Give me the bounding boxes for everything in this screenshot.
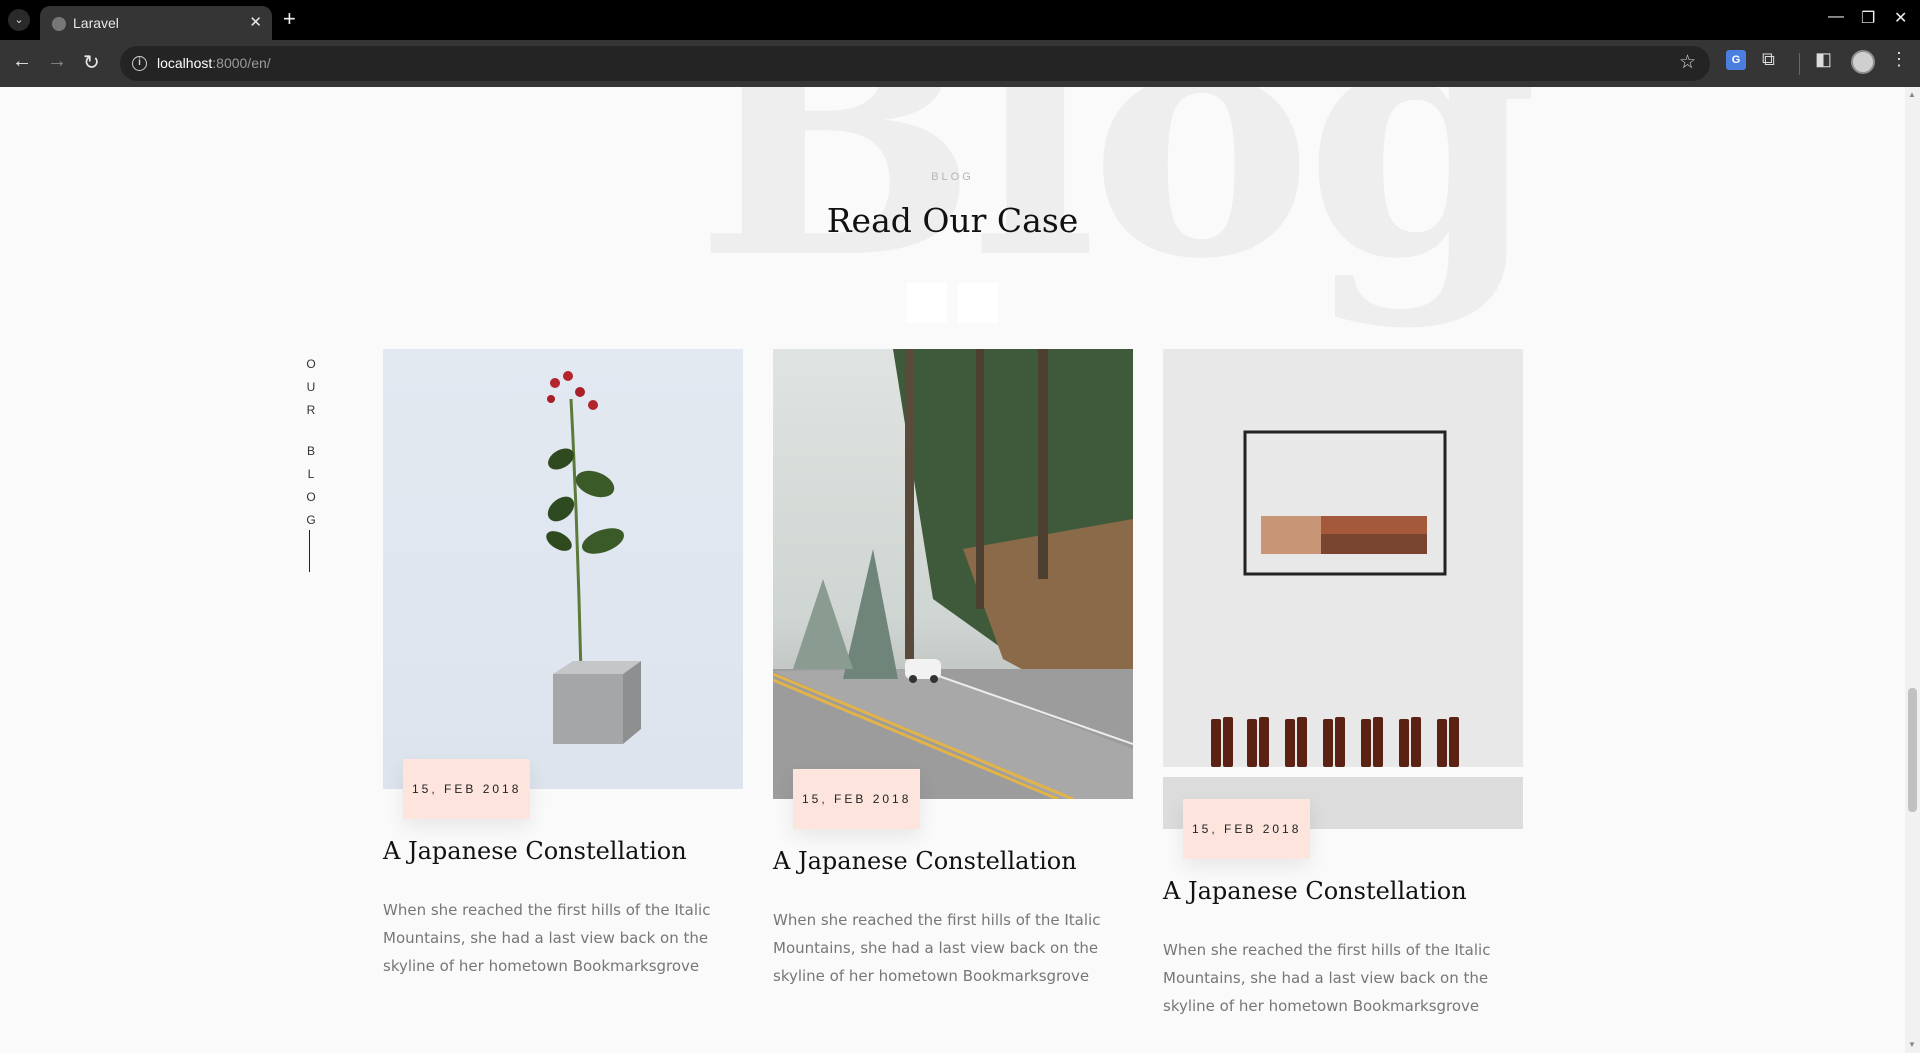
menu-icon[interactable]: ⋮ [1890,49,1908,70]
post-image-gallery-shelf[interactable] [1163,349,1523,829]
tab-close-icon[interactable]: ✕ [249,13,262,31]
post-title[interactable]: A Japanese Constellation [773,847,1077,875]
post-date-badge: 15, FEB 2018 [403,759,531,819]
scroll-up-arrow-icon[interactable]: ▲ [1908,90,1916,99]
post-excerpt: When she reached the first hills of the … [773,911,1101,985]
side-letter: R [306,403,316,417]
side-letter: O [306,490,316,504]
section-eyebrow: BLOG [931,171,974,183]
post-title[interactable]: A Japanese Constellation [383,837,687,865]
forest-road-illustration [773,349,1133,799]
address-bar[interactable]: i localhost:8000/en/ ☆ [120,46,1710,81]
post-date-badge: 15, FEB 2018 [793,769,921,829]
toolbar-divider [1799,53,1800,75]
extensions-icon[interactable]: ⧉ [1762,49,1775,70]
side-letter: O [306,357,316,371]
side-letter: G [306,513,316,527]
blog-watermark: Blog [695,87,1539,333]
new-tab-button[interactable]: + [283,6,296,32]
scrollbar-thumb[interactable] [1908,688,1917,812]
gallery-shelf-illustration [1163,430,1523,829]
profile-avatar[interactable] [1851,50,1875,74]
side-letter-gap [304,426,318,444]
reload-button[interactable]: ↻ [83,50,100,75]
url-text[interactable]: localhost:8000/en/ [157,55,271,71]
translate-icon[interactable]: G [1726,50,1746,70]
close-window-button[interactable]: ✕ [1894,8,1907,28]
side-label-line [309,530,310,572]
site-info-icon[interactable]: i [132,56,147,71]
carousel-prev-button[interactable] [907,283,947,323]
bookmark-star-icon[interactable]: ☆ [1679,51,1696,74]
post-date-badge: 15, FEB 2018 [1183,799,1311,859]
forward-button[interactable]: → [47,50,67,73]
side-panel-icon[interactable]: ◧ [1815,49,1832,70]
post-title[interactable]: A Japanese Constellation [1163,877,1467,905]
carousel-next-button[interactable] [958,283,998,323]
scroll-down-arrow-icon[interactable]: ▼ [1908,1040,1916,1049]
side-letter: B [306,444,315,458]
url-host: localhost [157,55,213,71]
flower-illustration [546,371,641,744]
browser-tab[interactable]: Laravel ✕ [40,6,272,40]
browser-tab-bar: ⌄ Laravel ✕ + — ❐ ✕ [0,0,1920,40]
tab-title: Laravel [73,15,119,31]
side-label-our-blog: O U R B L O G [304,357,318,536]
post-image-forest-road[interactable] [773,349,1133,799]
globe-icon [52,17,66,31]
post-excerpt: When she reached the first hills of the … [1163,941,1491,1015]
browser-toolbar: ← → ↻ i localhost:8000/en/ ☆ G ⧉ ◧ ⋮ [0,40,1920,87]
side-letter: U [306,380,316,394]
post-excerpt: When she reached the first hills of the … [383,901,711,975]
blog-card[interactable]: 15, FEB 2018 A Japanese Constellation Wh… [773,349,1133,985]
back-button[interactable]: ← [12,50,32,73]
post-image-flower[interactable] [383,349,743,789]
section-title: Read Our Case [826,201,1079,240]
blog-card[interactable]: 15, FEB 2018 A Japanese Constellation Wh… [383,349,743,975]
page-content: Blog BLOG Read Our Case O U R B L O G 15… [0,87,1905,1053]
url-path: :8000/en/ [212,55,271,71]
side-letter: L [307,467,315,481]
blog-card[interactable]: 15, FEB 2018 A Japanese Constellation Wh… [1163,349,1523,1015]
maximize-button[interactable]: ❐ [1861,8,1875,28]
minimize-button[interactable]: — [1828,8,1844,26]
tab-search-chevron-icon[interactable]: ⌄ [8,9,30,31]
page-scrollbar[interactable]: ▲ ▼ [1905,87,1920,1053]
